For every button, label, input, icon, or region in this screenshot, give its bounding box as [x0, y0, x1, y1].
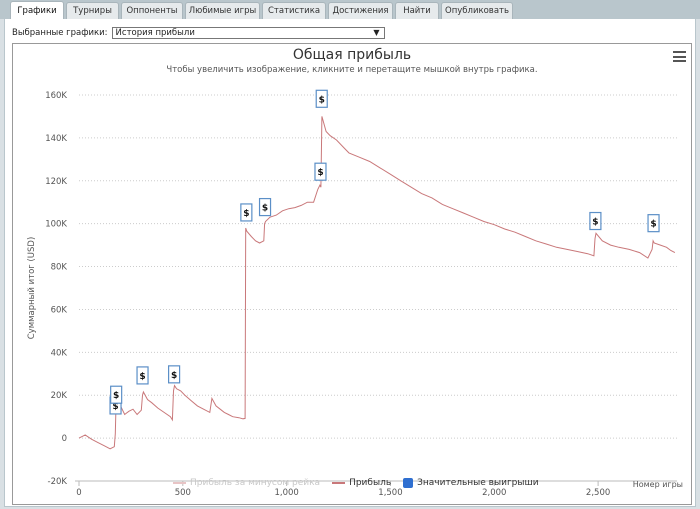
- chart-selector-value: История прибыли: [115, 28, 195, 38]
- series-line-profit: [78, 116, 676, 450]
- big-win-marker[interactable]: $: [315, 89, 328, 108]
- big-win-marker-label: $: [139, 372, 145, 382]
- tab-charts[interactable]: Графики: [10, 1, 64, 19]
- chevron-down-icon[interactable]: ▼: [373, 28, 379, 38]
- legend-swatch-dim-line: [173, 482, 186, 484]
- legend-item-big-wins[interactable]: Значительные выигрыши: [403, 478, 539, 488]
- legend-item-profit[interactable]: Прибыль: [332, 478, 391, 488]
- big-win-marker[interactable]: $: [110, 385, 123, 404]
- big-win-marker-label: $: [243, 209, 249, 219]
- tab-tournaments[interactable]: Турниры: [66, 2, 119, 19]
- y-tick-label: -20K: [48, 477, 68, 487]
- x-tick-label: 1,500: [378, 488, 402, 498]
- tab-bar: Графики Турниры Оппоненты Любимые игры С…: [0, 0, 700, 19]
- x-tick-label: 0: [76, 488, 81, 498]
- tab-statistics[interactable]: Статистика: [262, 2, 326, 19]
- y-tick-label: 100K: [45, 220, 67, 230]
- y-tick-label: 80K: [51, 263, 68, 273]
- x-tick-label: 500: [175, 488, 191, 498]
- big-win-marker-label: $: [592, 218, 598, 228]
- chart-selector-row: Выбранные графики: История прибыли ▼: [12, 27, 385, 39]
- big-win-marker-label: $: [319, 95, 325, 105]
- tab-find[interactable]: Найти: [395, 2, 439, 19]
- chart-legend: Прибыль за минусом рейка Прибыль Значите…: [173, 478, 551, 488]
- big-win-marker-label: $: [317, 168, 323, 178]
- y-tick-label: 160K: [45, 91, 67, 101]
- chart-subtitle: Чтобы увеличить изображение, кликните и …: [166, 65, 538, 75]
- x-tick-label: 1,000: [274, 488, 298, 498]
- tab-publish[interactable]: Опубликовать: [441, 2, 513, 19]
- big-win-marker[interactable]: $: [136, 366, 149, 385]
- big-win-marker[interactable]: $: [647, 214, 660, 233]
- big-win-marker[interactable]: $: [167, 365, 181, 384]
- chart-plot-area[interactable]: -20K 0 20K 40K 60K 80K 100K 120K 140K 160K 0 500 1,0…: [13, 44, 691, 504]
- legend-label-big-wins: Значительные выигрыши: [417, 478, 539, 488]
- big-win-marker[interactable]: $: [240, 203, 253, 222]
- big-win-marker-label: $: [171, 371, 177, 381]
- chart-title: Общая прибыль: [292, 47, 412, 63]
- legend-swatch-marker: [403, 478, 414, 488]
- big-win-marker[interactable]: $: [589, 211, 602, 231]
- y-tick-label: 20K: [51, 391, 68, 401]
- tab-favorite-games[interactable]: Любимые игры: [185, 2, 260, 19]
- legend-swatch-line: [332, 482, 346, 484]
- y-tick-label: 60K: [51, 305, 68, 315]
- chart-menu-icon[interactable]: [673, 51, 686, 62]
- big-win-marker[interactable]: $: [314, 162, 327, 181]
- big-win-marker[interactable]: $: [258, 197, 272, 217]
- chart-selector-dropdown[interactable]: История прибыли ▼: [111, 27, 385, 39]
- x-tick-label: 2,000: [482, 488, 506, 498]
- chart-selector-label: Выбранные графики:: [12, 28, 108, 38]
- big-win-marker-label: $: [262, 204, 268, 214]
- x-axis-label: Номер игры: [632, 480, 683, 489]
- y-tick-label: 120K: [45, 177, 67, 187]
- legend-label-profit-minus-rake: Прибыль за минусом рейка: [190, 478, 321, 488]
- profit-chart[interactable]: -20K 0 20K 40K 60K 80K 100K 120K 140K 160K 0 500 1,0…: [12, 43, 692, 505]
- charts-panel: Выбранные графики: История прибыли ▼ -20…: [4, 19, 696, 507]
- y-tick-label: 140K: [45, 134, 67, 144]
- legend-label-profit: Прибыль: [349, 478, 392, 488]
- y-tick-label: 0: [62, 434, 67, 444]
- legend-item-profit-minus-rake[interactable]: Прибыль за минусом рейка: [173, 478, 320, 488]
- tab-achievements[interactable]: Достижения: [328, 2, 393, 19]
- x-tick-label: 2,500: [586, 488, 610, 498]
- tab-opponents[interactable]: Оппоненты: [121, 2, 183, 19]
- big-win-marker-label: $: [650, 220, 656, 230]
- y-tick-label: 40K: [51, 348, 68, 358]
- big-win-marker-label: $: [113, 391, 119, 401]
- y-axis-label: Суммарный итог (USD): [27, 237, 37, 340]
